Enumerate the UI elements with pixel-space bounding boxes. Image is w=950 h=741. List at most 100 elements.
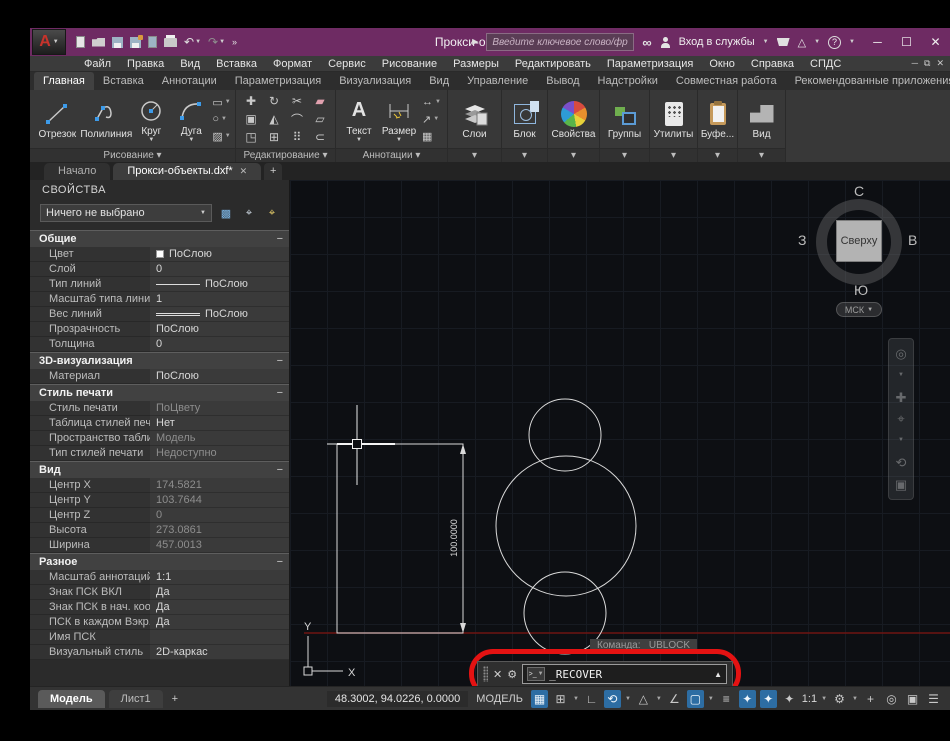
minimize-button[interactable]: ─: [863, 28, 892, 56]
tab-insert[interactable]: Вставка: [94, 72, 153, 90]
ellipse-button[interactable]: ○▼: [212, 111, 230, 127]
explode-icon[interactable]: ▱: [315, 112, 324, 126]
prop-row[interactable]: Центр Y103.7644: [30, 493, 289, 508]
tab-addins[interactable]: Надстройки: [589, 72, 667, 90]
model-tab[interactable]: Модель: [38, 690, 105, 708]
history-up-icon[interactable]: ▲: [714, 670, 722, 679]
stretch-icon[interactable]: ◳: [245, 130, 256, 144]
prop-row[interactable]: Тип стилей печатиНедоступно: [30, 446, 289, 461]
menu-parametric[interactable]: Параметризация: [599, 56, 701, 72]
menu-window[interactable]: Окно: [701, 56, 743, 72]
panel-title-view[interactable]: ▾: [738, 148, 785, 162]
drag-handle[interactable]: [483, 666, 488, 682]
prop-row[interactable]: Стиль печатиПоЦвету: [30, 401, 289, 416]
clipboard-button[interactable]: Буфе...: [701, 99, 734, 140]
text-button[interactable]: A Текст ▼: [342, 96, 376, 143]
panel-title-properties[interactable]: ▾: [548, 148, 599, 162]
tab-view[interactable]: Вид: [420, 72, 458, 90]
polar-tracking-icon[interactable]: ⟲: [604, 690, 621, 708]
array-icon[interactable]: ⠿: [293, 130, 302, 144]
annotation-scale-value[interactable]: 1:1: [802, 693, 817, 705]
snap-toggle-icon[interactable]: ⊞: [552, 690, 569, 708]
customize-wrench-icon[interactable]: ⚙: [507, 668, 517, 681]
open-file-button[interactable]: [92, 38, 105, 47]
prop-row[interactable]: ПрозрачностьПоСлою: [30, 322, 289, 337]
file-tab-start[interactable]: Начало: [44, 163, 110, 180]
line-button[interactable]: Отрезок: [34, 99, 80, 140]
command-line-bar[interactable]: ✕ ⚙ >_▼ _RECOVER ▲: [477, 661, 733, 686]
menu-file[interactable]: Файл: [76, 56, 119, 72]
arc-button[interactable]: Дуга ▼: [173, 96, 209, 143]
tab-visualize[interactable]: Визуализация: [330, 72, 420, 90]
tab-manage[interactable]: Управление: [458, 72, 537, 90]
prop-row[interactable]: Пространство табли...Модель: [30, 431, 289, 446]
tab-output[interactable]: Вывод: [537, 72, 588, 90]
prop-row[interactable]: Слой0: [30, 262, 289, 277]
a360-icon[interactable]: △: [798, 36, 806, 49]
menu-format[interactable]: Формат: [265, 56, 320, 72]
save-as-button[interactable]: [130, 37, 141, 48]
chevron-down-icon[interactable]: ▼: [849, 39, 855, 45]
select-objects-button[interactable]: ⌖: [240, 204, 258, 222]
collapse-icon[interactable]: −: [277, 556, 283, 568]
mirror-icon[interactable]: ◭: [269, 112, 278, 126]
customization-plus-icon[interactable]: +: [862, 690, 879, 708]
table-button[interactable]: ▦: [422, 128, 441, 144]
qat-customize-button[interactable]: »: [232, 36, 237, 48]
isolate-objects-icon[interactable]: ◎: [883, 690, 900, 708]
menu-edit[interactable]: Правка: [119, 56, 172, 72]
tab-collaborate[interactable]: Совместная работа: [667, 72, 786, 90]
menu-insert[interactable]: Вставка: [208, 56, 265, 72]
osnap-tracking-icon[interactable]: ∠: [666, 690, 683, 708]
chevron-down-icon[interactable]: ▼: [852, 696, 858, 702]
prop-row[interactable]: Знак ПСК ВКЛДа: [30, 585, 289, 600]
panel-title-modify[interactable]: Редактирование ▾: [236, 148, 335, 162]
panel-title-draw[interactable]: Рисование ▾: [30, 148, 235, 162]
section-header-general[interactable]: Общие−: [30, 230, 289, 247]
menu-help[interactable]: Справка: [743, 56, 802, 72]
copy-icon[interactable]: ▣: [245, 112, 256, 126]
polyline-button[interactable]: Полилиния: [83, 99, 129, 140]
file-tab-drawing[interactable]: Прокси-объекты.dxf*✕: [113, 163, 261, 180]
menu-tools[interactable]: Сервис: [320, 56, 374, 72]
help-search-input[interactable]: Введите ключевое слово/фразу: [486, 33, 634, 51]
tab-parametric[interactable]: Параметризация: [226, 72, 330, 90]
prop-row[interactable]: Центр Z0: [30, 508, 289, 523]
clean-screen-icon[interactable]: ▣: [904, 690, 921, 708]
pan-icon[interactable]: ✚: [896, 391, 907, 404]
viewcube-west[interactable]: З: [798, 232, 806, 248]
help-icon[interactable]: ?: [828, 36, 841, 49]
prop-row[interactable]: Толщина0: [30, 337, 289, 352]
app-menu-button[interactable]: A ▼: [32, 29, 66, 55]
menu-draw[interactable]: Рисование: [374, 56, 445, 72]
panel-title-utilities[interactable]: ▾: [650, 148, 697, 162]
grid-toggle-icon[interactable]: ▦: [531, 690, 548, 708]
collapse-icon[interactable]: −: [277, 233, 283, 245]
tab-home[interactable]: Главная: [34, 72, 94, 90]
viewcube[interactable]: С В Ю З Сверху: [804, 186, 914, 298]
properties-button[interactable]: Свойства: [551, 99, 596, 140]
chevron-down-icon[interactable]: ▼: [763, 39, 769, 45]
section-header-view[interactable]: Вид−: [30, 461, 289, 478]
chevron-down-icon[interactable]: ▼: [898, 434, 904, 447]
annotation-autoscale-icon[interactable]: ✦: [760, 690, 777, 708]
status-menu-icon[interactable]: ☰: [925, 690, 942, 708]
showmotion-icon[interactable]: ▣: [895, 478, 907, 491]
menu-spds[interactable]: СПДС: [802, 56, 849, 72]
search-binoculars-icon[interactable]: ∞: [642, 35, 651, 50]
command-input[interactable]: >_▼ _RECOVER ▲: [522, 664, 727, 684]
erase-icon[interactable]: ▰: [315, 94, 324, 108]
drawing-canvas[interactable]: 100.0000 Y X С В Ю: [290, 180, 950, 686]
collapse-icon[interactable]: −: [277, 355, 283, 367]
menu-dimension[interactable]: Размеры: [445, 56, 507, 72]
chevron-down-icon[interactable]: ▼: [814, 39, 820, 45]
fillet-icon[interactable]: ⌒: [291, 111, 303, 128]
menu-modify[interactable]: Редактировать: [507, 56, 599, 72]
section-header-plot-style[interactable]: Стиль печати−: [30, 384, 289, 401]
isodraft-icon[interactable]: △: [635, 690, 652, 708]
prop-row[interactable]: Имя ПСК: [30, 630, 289, 645]
orbit-icon[interactable]: ⟲: [896, 456, 907, 469]
menu-view[interactable]: Вид: [172, 56, 208, 72]
zoom-icon[interactable]: ⌖: [897, 412, 904, 425]
export-button[interactable]: [148, 36, 157, 48]
